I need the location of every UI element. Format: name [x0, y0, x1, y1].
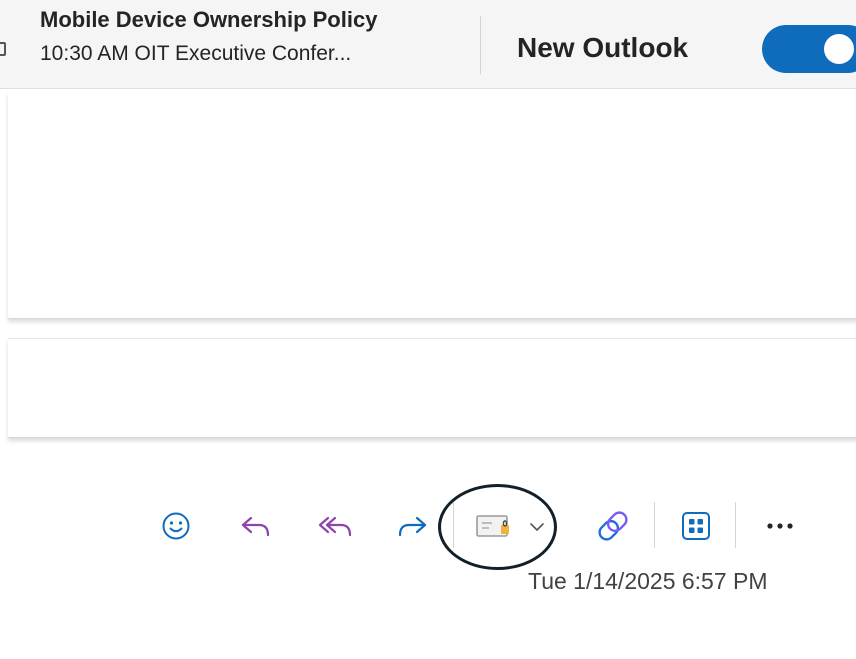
emoji-react-icon[interactable]: [160, 510, 192, 542]
apps-icon[interactable]: [678, 508, 714, 544]
more-actions-icon[interactable]: [760, 512, 800, 540]
toggle-knob: [824, 34, 854, 64]
top-bar: Mobile Device Ownership Policy 10:30 AM …: [0, 0, 856, 89]
message-info-panel: [8, 338, 856, 438]
forward-icon[interactable]: [394, 510, 430, 542]
chevron-down-icon[interactable]: [526, 516, 548, 538]
toolbar-divider: [453, 502, 454, 548]
reply-all-icon[interactable]: [316, 510, 356, 542]
message-timestamp: Tue 1/14/2025 6:57 PM: [528, 568, 768, 594]
calendar-icon: [0, 42, 6, 56]
new-outlook-toggle[interactable]: [762, 25, 856, 73]
sensitivity-label-icon[interactable]: [474, 510, 514, 542]
meeting-reminder[interactable]: Mobile Device Ownership Policy 10:30 AM …: [40, 6, 377, 68]
reminder-subtitle: 10:30 AM OIT Executive Confer...: [40, 42, 352, 65]
new-outlook-label: New Outlook: [517, 32, 689, 63]
divider: [480, 16, 481, 74]
reply-icon[interactable]: [238, 510, 274, 542]
toolbar-divider: [654, 502, 655, 548]
toolbar-divider: [735, 502, 736, 548]
reminder-title: Mobile Device Ownership Policy: [40, 7, 378, 32]
loop-icon[interactable]: [592, 506, 634, 546]
message-header-panel: [8, 92, 856, 319]
